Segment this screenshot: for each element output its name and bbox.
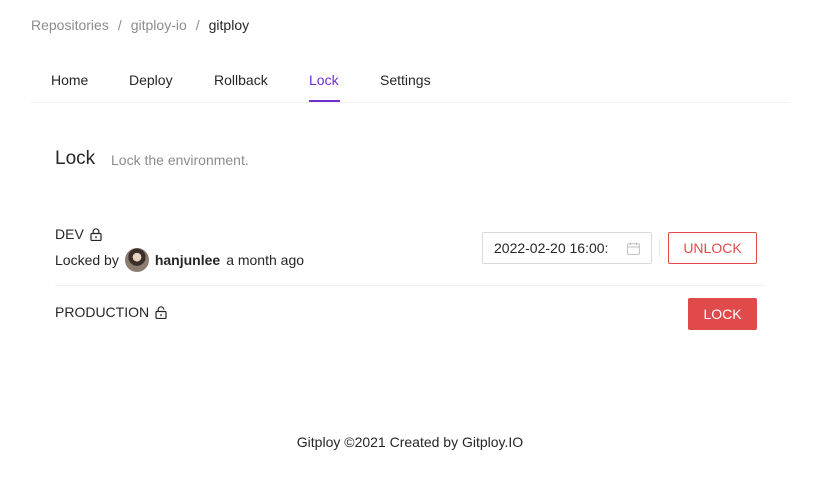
env-label-production: PRODUCTION [55, 304, 150, 320]
breadcrumb-separator: / [117, 17, 122, 33]
page-title: Lock [55, 148, 96, 169]
breadcrumb-separator: / [195, 17, 200, 33]
avatar [124, 248, 149, 272]
breadcrumb-repositories[interactable]: Repositories [31, 17, 109, 33]
footer: Gitploy ©2021 Created by Gitploy.IO [296, 434, 524, 450]
lock-icon [90, 227, 102, 241]
env-label-dev: DEV [55, 226, 84, 242]
tab-rollback[interactable]: Rollback [214, 72, 268, 88]
tab-settings[interactable]: Settings [380, 72, 431, 88]
unlock-icon [155, 305, 167, 319]
lock-button[interactable]: LOCK [688, 298, 757, 330]
page-description: Lock the environment. [111, 152, 249, 168]
tab-lock[interactable]: Lock [309, 72, 339, 88]
locked-by-label: Locked by [55, 252, 119, 268]
breadcrumb-repo: gitploy [208, 17, 250, 33]
breadcrumb: Repositories / gitploy-io / gitploy [31, 17, 249, 33]
env-row-production: PRODUCTION [55, 304, 765, 320]
active-tab-indicator [309, 100, 340, 102]
row-divider [55, 285, 765, 286]
tab-bar: Home Deploy Rollback Lock Settings [31, 62, 789, 103]
breadcrumb-namespace[interactable]: gitploy-io [131, 17, 187, 33]
expire-datepicker[interactable]: 2022-02-20 16:00: [482, 232, 652, 264]
calendar-icon [627, 242, 640, 255]
action-divider [659, 239, 660, 257]
tab-home[interactable]: Home [51, 72, 88, 88]
unlock-button[interactable]: UNLOCK [668, 232, 757, 264]
expire-date-value[interactable]: 2022-02-20 16:00: [494, 240, 623, 256]
locked-by-user[interactable]: hanjunlee [155, 252, 220, 268]
locked-by-info: Locked by hanjunlee a month ago [55, 248, 304, 272]
tab-deploy[interactable]: Deploy [129, 72, 173, 88]
locked-time-ago: a month ago [226, 252, 305, 268]
env-name-production: PRODUCTION [55, 304, 765, 320]
